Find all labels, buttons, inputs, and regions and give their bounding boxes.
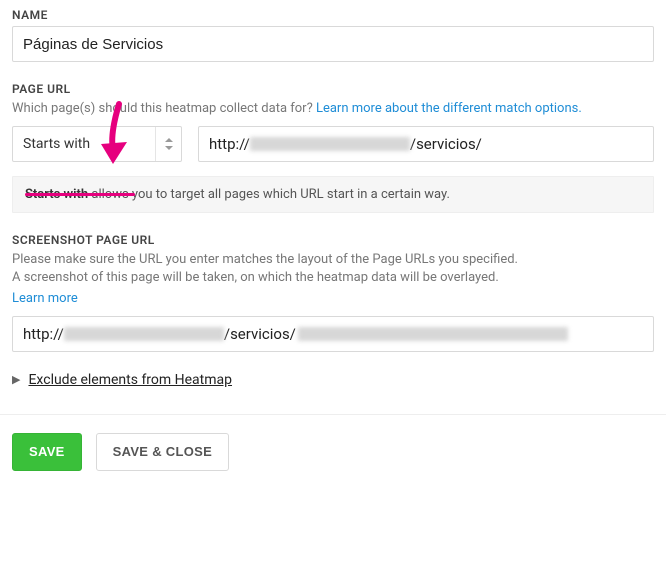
match-explain-bold: Starts with	[25, 187, 88, 202]
screenshot-url-prefix: http://	[23, 325, 64, 343]
action-bar: SAVE SAVE & CLOSE	[12, 433, 654, 471]
divider	[0, 414, 666, 415]
save-close-button[interactable]: SAVE & CLOSE	[96, 433, 229, 471]
name-section: NAME	[12, 8, 654, 62]
updown-icon	[155, 127, 181, 161]
screenshot-url-input[interactable]: http:// /servicios/	[12, 316, 654, 352]
screenshot-url-label: SCREENSHOT PAGE URL	[12, 233, 654, 247]
page-url-segment: /servicios/	[410, 135, 482, 153]
screenshot-url-help-line1: Please make sure the URL you enter match…	[12, 252, 518, 267]
exclude-elements-label: Exclude elements from Heatmap	[28, 372, 232, 388]
screenshot-url-learn-more-link[interactable]: Learn more	[12, 290, 78, 308]
save-button[interactable]: SAVE	[12, 433, 82, 471]
match-type-select[interactable]: Starts with	[12, 126, 182, 162]
match-explain-rest: allows you to target all pages which URL…	[88, 187, 450, 202]
match-explain-box: Starts with allows you to target all pag…	[12, 176, 654, 213]
page-url-label: PAGE URL	[12, 82, 654, 96]
page-url-help-link[interactable]: Learn more about the different match opt…	[316, 101, 582, 116]
exclude-elements-expander[interactable]: ▶ Exclude elements from Heatmap	[12, 372, 654, 388]
redacted-segment	[298, 327, 568, 341]
caret-right-icon: ▶	[12, 373, 20, 386]
redacted-segment	[250, 137, 410, 151]
name-label: NAME	[12, 8, 654, 22]
page-url-prefix: http://	[209, 135, 250, 153]
screenshot-url-help: Please make sure the URL you enter match…	[12, 251, 654, 308]
page-url-help-text: Which page(s) should this heatmap collec…	[12, 101, 316, 116]
page-url-help: Which page(s) should this heatmap collec…	[12, 100, 654, 118]
page-url-input[interactable]: http:// /servicios/	[198, 126, 654, 162]
screenshot-url-segment: /servicios/	[224, 325, 296, 343]
page-url-section: PAGE URL Which page(s) should this heatm…	[12, 82, 654, 213]
screenshot-url-help-line2: A screenshot of this page will be taken,…	[12, 270, 499, 285]
name-input[interactable]	[12, 26, 654, 62]
match-type-value: Starts with	[23, 136, 90, 152]
redacted-segment	[64, 327, 224, 341]
screenshot-url-section: SCREENSHOT PAGE URL Please make sure the…	[12, 233, 654, 352]
